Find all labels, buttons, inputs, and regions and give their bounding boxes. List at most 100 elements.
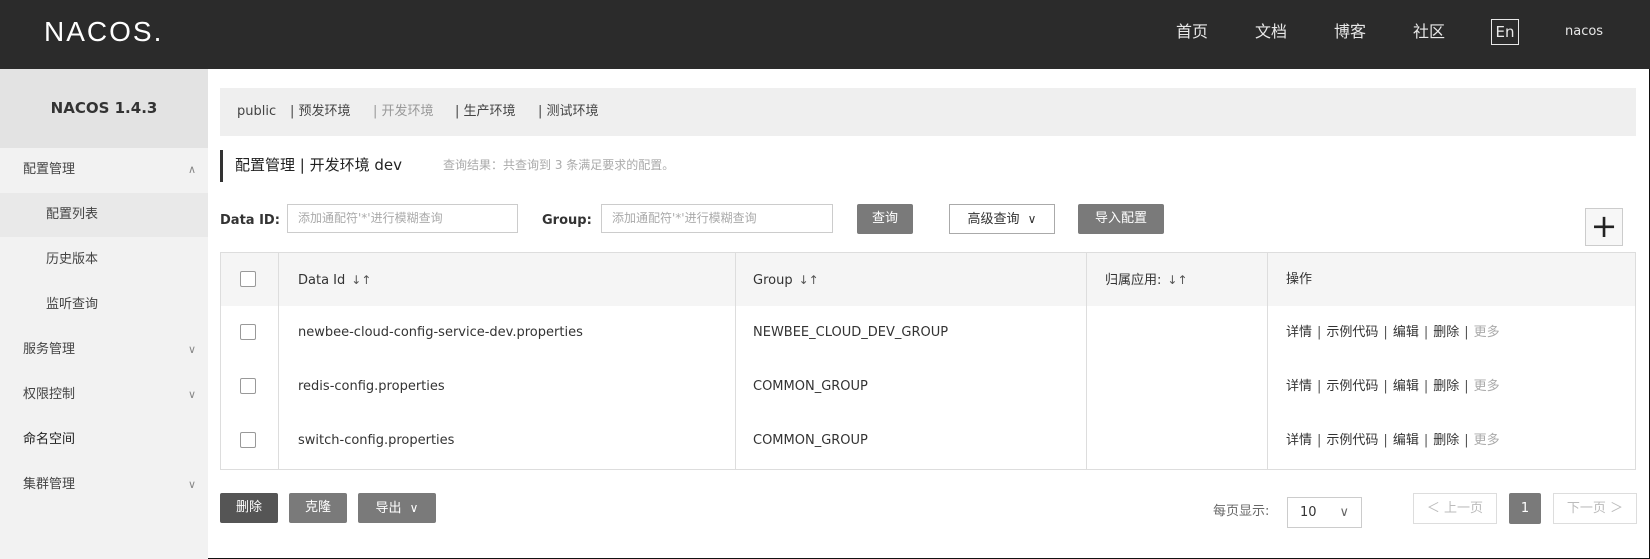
export-label: 导出 (375, 501, 402, 516)
chevron-down-icon: ∨ (1027, 212, 1037, 226)
header-label: Data Id (298, 273, 346, 288)
header-label: Group (753, 273, 793, 288)
header-operations: 操作 (1286, 272, 1313, 287)
nav-docs[interactable]: 文档 (1255, 22, 1287, 42)
nav-community[interactable]: 社区 (1413, 22, 1445, 42)
sidebar-item-access-control[interactable]: 权限控制 ∨ (0, 373, 208, 417)
table-row: redis-config.properties COMMON_GROUP 详情 |… (221, 360, 1635, 415)
column-divider (1267, 253, 1268, 469)
sample-code-link[interactable]: 示例代码 (1326, 325, 1378, 340)
export-button[interactable]: 导出 ∨ (358, 493, 436, 523)
select-all-checkbox[interactable] (240, 271, 256, 287)
sidebar-item-label: 服务管理 (23, 342, 76, 357)
chevron-down-icon: ∨ (187, 478, 196, 491)
sidebar-item-label: 集群管理 (23, 477, 76, 492)
group-label: Group: (542, 213, 592, 228)
sidebar-item-namespace[interactable]: 命名空间 (0, 418, 208, 462)
header-label: 归属应用: (1105, 273, 1162, 288)
add-config-button[interactable]: + (1585, 208, 1623, 246)
page-size-select[interactable]: 10 ∨ (1287, 497, 1362, 528)
sidebar-item-label: 配置列表 (46, 207, 99, 222)
header-app[interactable]: 归属应用: ↓↑ (1105, 271, 1188, 290)
sidebar-item-label: 命名空间 (23, 432, 76, 447)
next-page-button[interactable]: 下一页 ＞ (1553, 493, 1637, 524)
clone-button[interactable]: 克隆 (289, 493, 347, 523)
sample-code-link[interactable]: 示例代码 (1326, 433, 1378, 448)
language-switch-button[interactable]: En (1491, 19, 1519, 45)
sidebar-item-listener-query[interactable]: 监听查询 (0, 283, 208, 327)
cell-group: COMMON_GROUP (753, 433, 868, 448)
nacos-logo[interactable]: NACOS. (44, 14, 163, 50)
column-divider (278, 253, 279, 469)
page-size-value: 10 (1300, 505, 1317, 520)
sort-icon[interactable]: ↓↑ (351, 273, 371, 287)
chevron-down-icon: ∨ (409, 501, 419, 515)
config-table: Data Id ↓↑ Group ↓↑ 归属应用: ↓↑ 操作 newbee-clou… (220, 252, 1636, 470)
user-name[interactable]: nacos (1565, 24, 1603, 40)
sidebar-item-label: 监听查询 (46, 297, 99, 312)
cell-data-id: switch-config.properties (298, 433, 455, 448)
data-id-label: Data ID: (220, 213, 280, 228)
namespace-test[interactable]: | 测试环境 (538, 103, 599, 121)
row-operations: 详情 | 示例代码 | 编辑 | 删除 | 更多 (1286, 433, 1500, 448)
current-page-button[interactable]: 1 (1509, 493, 1541, 524)
delete-link[interactable]: 删除 (1433, 379, 1459, 394)
prev-page-button[interactable]: ＜ 上一页 (1413, 493, 1497, 524)
sidebar-item-config-list[interactable]: 配置列表 (0, 193, 208, 237)
chevron-down-icon: ∨ (187, 343, 196, 356)
row-checkbox[interactable] (240, 324, 256, 340)
row-checkbox[interactable] (240, 378, 256, 394)
sort-icon[interactable]: ↓↑ (1167, 273, 1187, 287)
batch-delete-button[interactable]: 删除 (220, 493, 278, 523)
detail-link[interactable]: 详情 (1286, 325, 1312, 340)
cell-data-id: newbee-cloud-config-service-dev.properti… (298, 325, 583, 340)
namespace-public[interactable]: public (237, 103, 276, 121)
header-group[interactable]: Group ↓↑ (753, 271, 819, 290)
sidebar-item-label: 权限控制 (23, 387, 76, 402)
sidebar-item-config-management[interactable]: 配置管理 ∧ (0, 148, 208, 192)
import-config-button[interactable]: 导入配置 (1078, 204, 1164, 234)
version-label: NACOS 1.4.3 (0, 69, 208, 148)
more-link[interactable]: 更多 (1474, 379, 1500, 394)
namespace-prod[interactable]: | 生产环境 (455, 103, 516, 121)
namespace-bar: public | 预发环境 | 开发环境 | 生产环境 | 测试环境 (220, 88, 1636, 136)
namespace-dev[interactable]: | 开发环境 (373, 103, 434, 121)
delete-link[interactable]: 删除 (1433, 433, 1459, 448)
table-row: switch-config.properties COMMON_GROUP 详情… (221, 414, 1635, 468)
row-operations: 详情 | 示例代码 | 编辑 | 删除 | 更多 (1286, 379, 1500, 394)
sidebar-item-cluster-management[interactable]: 集群管理 ∨ (0, 463, 208, 507)
data-id-input[interactable]: 添加通配符'*'进行模糊查询 (287, 204, 518, 233)
edit-link[interactable]: 编辑 (1393, 379, 1419, 394)
delete-link[interactable]: 删除 (1433, 325, 1459, 340)
advanced-query-label: 高级查询 (967, 212, 1020, 227)
query-button[interactable]: 查询 (857, 204, 913, 234)
chevron-up-icon: ∧ (187, 163, 196, 176)
edit-link[interactable]: 编辑 (1393, 433, 1419, 448)
sidebar-item-service-management[interactable]: 服务管理 ∨ (0, 328, 208, 372)
detail-link[interactable]: 详情 (1286, 379, 1312, 394)
chevron-down-icon: ∨ (187, 388, 196, 401)
chevron-down-icon: ∨ (1339, 505, 1349, 520)
advanced-query-button[interactable]: 高级查询 ∨ (949, 204, 1055, 234)
sidebar-item-label: 历史版本 (46, 252, 99, 267)
column-divider (1086, 253, 1087, 469)
table-row: newbee-cloud-config-service-dev.properti… (221, 306, 1635, 361)
nav-home[interactable]: 首页 (1176, 22, 1208, 42)
top-navbar: NACOS. 首页 文档 博客 社区 En nacos (0, 0, 1650, 69)
sample-code-link[interactable]: 示例代码 (1326, 379, 1378, 394)
more-link[interactable]: 更多 (1474, 325, 1500, 340)
nav-blog[interactable]: 博客 (1334, 22, 1366, 42)
sidebar-item-history[interactable]: 历史版本 (0, 238, 208, 282)
group-input[interactable]: 添加通配符'*'进行模糊查询 (601, 204, 833, 233)
sort-icon[interactable]: ↓↑ (799, 273, 819, 287)
namespace-pre[interactable]: | 预发环境 (290, 103, 351, 121)
sidebar: NACOS 1.4.3 配置管理 ∧ 配置列表 历史版本 监听查询 服务管理 ∨… (0, 69, 208, 559)
more-link[interactable]: 更多 (1474, 433, 1500, 448)
cell-data-id: redis-config.properties (298, 379, 445, 394)
detail-link[interactable]: 详情 (1286, 433, 1312, 448)
column-divider (735, 253, 736, 469)
sidebar-item-label: 配置管理 (23, 162, 76, 177)
header-data-id[interactable]: Data Id ↓↑ (298, 271, 371, 290)
row-checkbox[interactable] (240, 432, 256, 448)
edit-link[interactable]: 编辑 (1393, 325, 1419, 340)
